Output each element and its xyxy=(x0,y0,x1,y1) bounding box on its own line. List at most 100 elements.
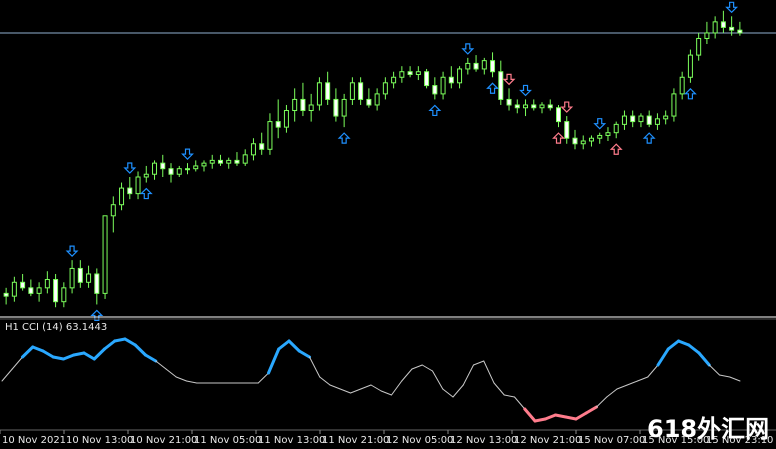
candle-body xyxy=(374,93,380,106)
candle-body xyxy=(523,104,529,109)
time-axis-label: 11 Nov 05:00 xyxy=(194,435,261,446)
indicator-title: H1 CCI (14) 63.1443 xyxy=(5,322,107,333)
candle-body xyxy=(300,98,306,112)
candle-body xyxy=(308,104,314,112)
candle-body xyxy=(432,85,438,95)
candle-body xyxy=(193,165,199,170)
candle-body xyxy=(588,137,594,142)
candle-body xyxy=(696,37,702,56)
candle-body xyxy=(646,115,652,125)
candle-body xyxy=(176,168,182,175)
candle-body xyxy=(341,98,347,117)
candle-body xyxy=(168,168,174,175)
chart-background xyxy=(0,0,776,449)
candle-body xyxy=(242,154,248,164)
candle-body xyxy=(621,115,627,125)
candle-body xyxy=(358,82,364,100)
candle-body xyxy=(69,267,75,289)
candle-body xyxy=(3,292,9,297)
candle-body xyxy=(440,76,446,95)
price-chart[interactable]: H1 CCI (14) 63.1443 10 Nov 2021 10 Nov 13… xyxy=(0,0,776,449)
candle-body xyxy=(391,76,397,84)
candle-body xyxy=(720,21,726,28)
candle-body xyxy=(613,123,619,134)
candle-body xyxy=(399,71,405,78)
candle-body xyxy=(94,273,100,294)
candle-body xyxy=(201,162,207,167)
cci-segment xyxy=(564,415,578,421)
candle-body xyxy=(729,26,735,31)
time-axis-label: 10 Nov 13:00 xyxy=(66,435,133,446)
candle-body xyxy=(86,273,92,283)
candle-body xyxy=(448,76,454,84)
candle-body xyxy=(638,115,644,123)
candle-body xyxy=(597,134,603,139)
candle-body xyxy=(44,279,50,289)
candle-body xyxy=(226,159,232,164)
candle-body xyxy=(531,104,537,109)
candle-body xyxy=(556,107,561,123)
candle-body xyxy=(514,104,520,109)
candle-body xyxy=(102,215,108,294)
time-axis-label: 12 Nov 05:00 xyxy=(386,435,453,446)
candle-body xyxy=(457,68,463,84)
candle-body xyxy=(654,118,660,125)
candle-body xyxy=(28,287,34,294)
candle-body xyxy=(217,159,223,164)
candle xyxy=(102,215,108,299)
candle-body xyxy=(564,121,570,139)
time-axis-label: 11 Nov 21:00 xyxy=(322,435,389,446)
candle-body xyxy=(687,54,693,78)
candle-body xyxy=(53,279,59,303)
candle-body xyxy=(36,287,42,294)
candle-body xyxy=(61,287,67,303)
candle-body xyxy=(704,32,710,39)
candle-body xyxy=(572,137,578,145)
time-axis-label: 12 Nov 13:00 xyxy=(450,435,517,446)
candle-body xyxy=(20,281,26,289)
time-axis-label: 10 Nov 2021 xyxy=(2,435,66,446)
candle-body xyxy=(185,168,190,171)
candle-body xyxy=(506,98,512,106)
candle-body xyxy=(490,60,496,73)
candle-body xyxy=(119,187,125,206)
candle-body xyxy=(366,98,372,106)
candle-body xyxy=(349,82,355,100)
candle-body xyxy=(663,115,669,120)
candle-body xyxy=(481,60,487,70)
candle-body xyxy=(424,71,430,87)
candle-body xyxy=(630,115,636,123)
candle-body xyxy=(160,162,166,170)
candle-body xyxy=(152,162,158,175)
time-axis-label: 11 Nov 13:00 xyxy=(258,435,325,446)
candle-body xyxy=(712,21,718,34)
candle-body xyxy=(580,140,586,145)
cci-segment xyxy=(113,337,127,343)
candle-body xyxy=(135,176,141,195)
candle-body xyxy=(259,143,265,150)
candle-body xyxy=(275,121,281,128)
cci-segment xyxy=(533,417,547,423)
candle-body xyxy=(547,104,553,109)
candle-body xyxy=(11,281,17,297)
cci-segment xyxy=(554,413,568,419)
candle-body xyxy=(407,71,413,75)
candle-body xyxy=(292,98,298,112)
candle-body xyxy=(465,62,471,70)
cci-segment xyxy=(72,351,86,357)
candle-body xyxy=(325,82,331,100)
candle-body xyxy=(679,76,685,95)
candle-body xyxy=(77,267,83,283)
candle-body xyxy=(234,159,240,164)
time-axis-label: 12 Nov 21:00 xyxy=(514,435,581,446)
cci-segment xyxy=(51,355,65,361)
watermark-logo: 618外汇网 xyxy=(647,415,769,443)
candle-body xyxy=(737,29,743,34)
candle-body xyxy=(605,132,611,136)
candle-body xyxy=(316,82,322,106)
candle-body xyxy=(498,71,504,100)
candle-body xyxy=(209,159,215,164)
candle xyxy=(424,68,430,89)
candle-body xyxy=(110,204,116,217)
candle-body xyxy=(671,93,677,117)
